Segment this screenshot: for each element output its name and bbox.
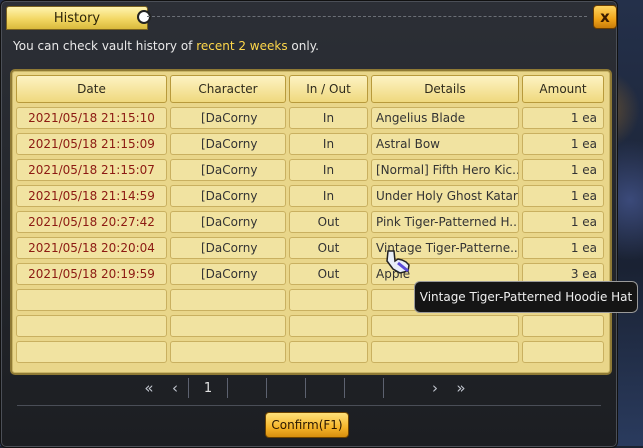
confirm-label: Confirm(F1)	[271, 418, 343, 432]
confirm-button[interactable]: Confirm(F1)	[265, 412, 349, 438]
cell-in-out: Out	[289, 237, 368, 259]
hand-cursor-icon	[386, 250, 410, 274]
title-tab: History	[6, 6, 148, 30]
history-table-panel: Date Character In / Out Details Amount 2…	[10, 69, 612, 375]
close-button[interactable]: x	[593, 5, 617, 29]
cell-character: [DaCorny	[170, 237, 286, 259]
cell-date	[16, 289, 167, 311]
cell-in-out: In	[289, 133, 368, 155]
cell-in-out: Out	[289, 211, 368, 233]
cell-details: Angelius Blade	[371, 107, 519, 129]
close-icon: x	[600, 8, 610, 26]
table-row[interactable]: 2021/05/18 21:15:10 [DaCorny In Angelius Bl…	[16, 107, 604, 129]
table-row[interactable]: 2021/05/18 21:14:59 [DaCorny In Under Holy …	[16, 185, 604, 207]
table-row[interactable]	[16, 341, 604, 363]
chevron-right-icon: ›	[432, 379, 438, 397]
cell-details: Astral Bow	[371, 133, 519, 155]
table-row[interactable]: 2021/05/18 21:15:07 [DaCorny In [Normal] Fi…	[16, 159, 604, 181]
vault-history-window: History x You can check vault history of…	[0, 0, 618, 448]
table-row[interactable]: 2021/05/18 20:27:42 [DaCorny Out Pink Tiger…	[16, 211, 604, 233]
table-body: 2021/05/18 21:15:10 [DaCorny In Angelius Bl…	[16, 107, 604, 363]
cell-amount: 1 ea	[522, 159, 604, 181]
header-character: Character	[170, 75, 286, 103]
cell-amount	[522, 315, 604, 337]
cell-character	[170, 315, 286, 337]
notice-prefix: You can check vault history of	[13, 39, 197, 53]
cell-amount	[522, 341, 604, 363]
table-row[interactable]: 2021/05/18 21:15:09 [DaCorny In Astral Bow 1…	[16, 133, 604, 155]
cell-in-out	[289, 315, 368, 337]
cell-date	[16, 315, 167, 337]
header-details: Details	[371, 75, 519, 103]
cell-in-out: Out	[289, 263, 368, 285]
cell-details: [Normal] Fifth Hero Kic...	[371, 159, 519, 181]
prev-page-button[interactable]: ‹	[162, 377, 188, 399]
cell-in-out	[289, 289, 368, 311]
double-chevron-left-icon: «	[144, 379, 154, 397]
cell-date: 2021/05/18 20:19:59	[16, 263, 167, 285]
cell-date	[16, 341, 167, 363]
cell-details	[371, 315, 519, 337]
pagination: « ‹ 1 › »	[136, 375, 506, 401]
last-page-button[interactable]: »	[448, 377, 474, 399]
cell-in-out	[289, 341, 368, 363]
header-date: Date	[16, 75, 167, 103]
item-tooltip: Vintage Tiger-Patterned Hoodie Hat	[414, 281, 638, 313]
page-slot	[305, 378, 344, 398]
cell-date: 2021/05/18 21:14:59	[16, 185, 167, 207]
cell-character: [DaCorny	[170, 185, 286, 207]
tooltip-text: Vintage Tiger-Patterned Hoodie Hat	[419, 290, 633, 304]
notice-text: You can check vault history of recent 2 …	[13, 39, 319, 53]
cell-in-out: In	[289, 185, 368, 207]
notice-suffix: only.	[287, 39, 319, 53]
table-row[interactable]	[16, 315, 604, 337]
window-title: History	[53, 10, 101, 26]
cell-amount: 1 ea	[522, 237, 604, 259]
cell-in-out: In	[289, 107, 368, 129]
cell-date: 2021/05/18 21:15:09	[16, 133, 167, 155]
cell-date: 2021/05/18 21:15:10	[16, 107, 167, 129]
cell-character: [DaCorny	[170, 159, 286, 181]
cell-details	[371, 341, 519, 363]
page-number-current[interactable]: 1	[188, 378, 227, 398]
page-slot	[266, 378, 305, 398]
cell-in-out: In	[289, 159, 368, 181]
first-page-button[interactable]: «	[136, 377, 162, 399]
cell-details: Under Holy Ghost Katar	[371, 185, 519, 207]
table-row[interactable]: 2021/05/18 20:20:04 [DaCorny Out Vintage Ti…	[16, 237, 604, 259]
cell-date: 2021/05/18 20:20:04	[16, 237, 167, 259]
next-page-button[interactable]: ›	[422, 377, 448, 399]
cell-character: [DaCorny	[170, 107, 286, 129]
cell-amount: 1 ea	[522, 185, 604, 207]
page-slot	[227, 378, 266, 398]
cell-date: 2021/05/18 20:27:42	[16, 211, 167, 233]
cell-amount: 1 ea	[522, 133, 604, 155]
cell-character	[170, 289, 286, 311]
cell-details: Pink Tiger-Patterned H...	[371, 211, 519, 233]
cell-character: [DaCorny	[170, 263, 286, 285]
header-amount: Amount	[522, 75, 604, 103]
cell-amount: 1 ea	[522, 107, 604, 129]
page-slot	[344, 378, 383, 398]
header-in-out: In / Out	[289, 75, 368, 103]
footer-divider	[17, 405, 601, 406]
cell-date: 2021/05/18 21:15:07	[16, 159, 167, 181]
double-chevron-right-icon: »	[456, 379, 466, 397]
cell-amount: 1 ea	[522, 211, 604, 233]
table-header-row: Date Character In / Out Details Amount	[16, 75, 604, 103]
cell-character	[170, 341, 286, 363]
page-slot	[383, 378, 422, 398]
history-table: Date Character In / Out Details Amount 2…	[16, 75, 604, 367]
cell-character: [DaCorny	[170, 133, 286, 155]
title-divider	[147, 16, 587, 18]
notice-highlight: recent 2 weeks	[196, 39, 288, 53]
cell-character: [DaCorny	[170, 211, 286, 233]
chevron-left-icon: ‹	[172, 379, 178, 397]
